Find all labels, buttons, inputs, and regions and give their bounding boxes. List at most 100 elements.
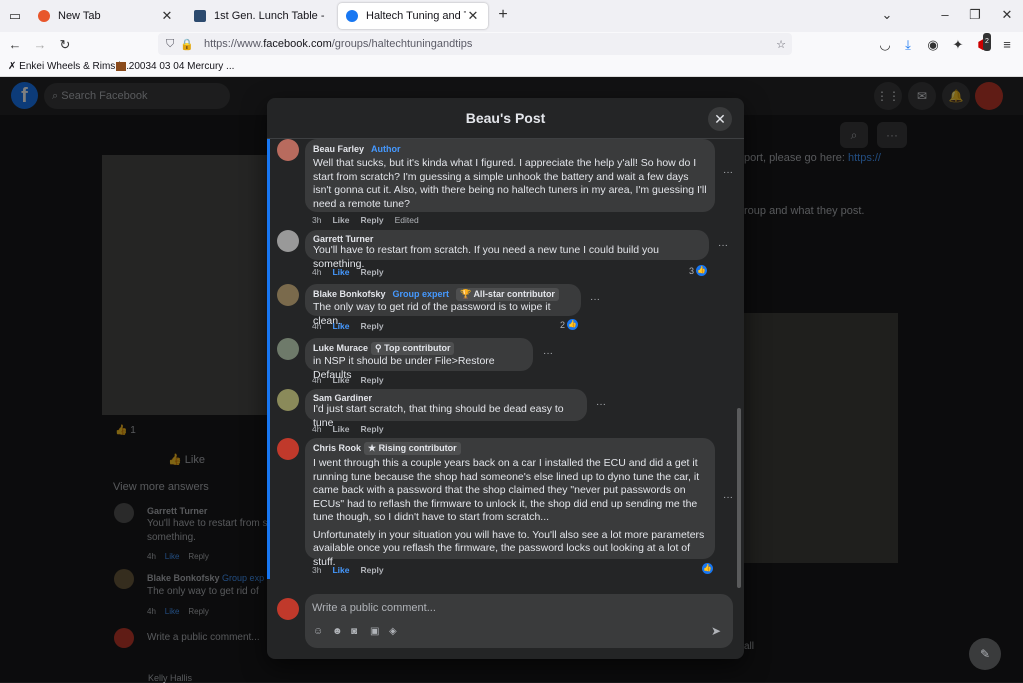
url-bar[interactable]: ⛉ 🔒 https://www. facebook.com/groups/halt…: [158, 33, 792, 55]
tab-haltech[interactable]: Haltech Tuning and Tips | Faceb ✕: [338, 3, 488, 29]
site-favicon-icon: [194, 10, 206, 22]
avatar[interactable]: [277, 438, 299, 460]
reload-icon[interactable]: ↻: [56, 36, 74, 54]
author-name[interactable]: Blake Bonkofsky: [313, 289, 386, 299]
emoji-icon[interactable]: ☻: [332, 626, 343, 637]
avatar-sticker-icon[interactable]: ☺: [313, 626, 323, 637]
restore-icon[interactable]: ❐: [966, 6, 984, 24]
comment-options-icon[interactable]: ···: [596, 399, 606, 410]
comment-text: Well that sucks, but it's kinda what I f…: [313, 157, 707, 210]
comment-input[interactable]: Write a public comment... ☺ ☻ ◙ ▣ ◈ ➤: [305, 594, 733, 648]
tab-new-tab[interactable]: New Tab ✕: [30, 3, 182, 29]
comment-options-icon[interactable]: ···: [590, 294, 600, 305]
tab-lunch-table[interactable]: 1st Gen. Lunch Table - General: [186, 3, 336, 29]
rising-contributor-badge: ★ Rising contributor: [364, 442, 461, 455]
like-link[interactable]: Like: [332, 215, 349, 225]
like-link[interactable]: Like: [332, 375, 349, 385]
comment-time[interactable]: 3h: [312, 215, 321, 225]
downloads-icon[interactable]: ⤓: [899, 36, 917, 54]
like-thumb-icon: 👍: [567, 319, 579, 330]
comment-author[interactable]: Beau Farley Author: [313, 143, 707, 155]
author-name[interactable]: Luke Murace: [313, 343, 368, 353]
author-name[interactable]: Beau Farley: [313, 144, 364, 154]
bookmark-enkei[interactable]: ✗ Enkei Wheels & Rims |...: [8, 61, 129, 72]
url-host: facebook.com: [263, 38, 332, 50]
avatar[interactable]: [277, 389, 299, 411]
comment-options-icon[interactable]: ···: [723, 167, 733, 178]
tab-label: New Tab: [58, 10, 101, 22]
like-thumb-icon: 👍: [696, 265, 708, 276]
comment-options-icon[interactable]: ···: [718, 240, 728, 251]
comment-author[interactable]: Sam Gardiner: [313, 393, 579, 403]
comment-time[interactable]: 4h: [312, 321, 321, 331]
account-icon[interactable]: ◉: [924, 36, 942, 54]
comment-time[interactable]: 4h: [312, 424, 321, 434]
lock-icon[interactable]: 🔒: [180, 38, 194, 51]
my-avatar[interactable]: [277, 598, 299, 620]
tab-close-icon[interactable]: ✕: [466, 8, 480, 24]
comment-bubble: Garrett Turner You'll have to restart fr…: [305, 230, 709, 270]
send-icon[interactable]: ➤: [711, 624, 721, 638]
extensions-icon[interactable]: ✦: [949, 36, 967, 54]
like-link[interactable]: Like: [332, 424, 349, 434]
new-tab-plus-icon[interactable]: +: [494, 6, 512, 24]
like-link[interactable]: Like: [332, 267, 349, 277]
like-link[interactable]: Like: [332, 565, 349, 575]
avatar[interactable]: [277, 139, 299, 161]
reply-link[interactable]: Reply: [360, 267, 383, 277]
comment-meta: 3h Like Reply: [312, 565, 395, 575]
author-name[interactable]: Chris Rook: [313, 443, 361, 453]
close-window-icon[interactable]: ✕: [998, 6, 1016, 24]
pocket-icon[interactable]: ◡: [876, 36, 894, 54]
bookmark-star-icon[interactable]: ☆: [776, 38, 786, 51]
comment-time[interactable]: 4h: [312, 267, 321, 277]
gif-icon[interactable]: ▣: [370, 626, 379, 637]
reply-link[interactable]: Reply: [360, 565, 383, 575]
reaction-count[interactable]: 👍: [700, 563, 713, 574]
reply-link[interactable]: Reply: [360, 321, 383, 331]
menu-hamburger-icon[interactable]: ≡: [998, 36, 1016, 54]
pin-icon: ⚲: [375, 343, 382, 353]
reaction-count-value: 2: [560, 319, 566, 330]
close-icon[interactable]: ✕: [708, 107, 732, 131]
comment-author[interactable]: Luke Murace ⚲ Top contributor: [313, 342, 525, 355]
ublock-icon[interactable]: ⬢2: [974, 33, 992, 54]
modal-scrollbar[interactable]: [737, 408, 741, 588]
facebook-favicon-icon: [346, 10, 358, 22]
forward-arrow-icon[interactable]: →: [31, 36, 49, 54]
new-message-icon[interactable]: ✎: [969, 638, 1001, 670]
like-link[interactable]: Like: [332, 321, 349, 331]
avatar[interactable]: [277, 230, 299, 252]
comment-time[interactable]: 4h: [312, 375, 321, 385]
comment-options-icon[interactable]: ···: [723, 492, 733, 503]
reply-link[interactable]: Reply: [360, 424, 383, 434]
comment-author[interactable]: Garrett Turner: [313, 234, 701, 244]
reaction-count[interactable]: 2 👍: [560, 319, 579, 330]
sticker-icon[interactable]: ◈: [389, 626, 397, 637]
shield-icon[interactable]: ⛉: [166, 38, 174, 51]
comment-bubble: Chris Rook ★ Rising contributor I went th…: [305, 438, 715, 568]
star-icon: ★: [368, 443, 377, 453]
comment-time[interactable]: 3h: [312, 565, 321, 575]
camera-icon[interactable]: ◙: [351, 626, 357, 637]
tab-label: Haltech Tuning and Tips | Faceb: [366, 10, 466, 22]
list-tabs-chevron-icon[interactable]: ⌄: [878, 6, 896, 24]
avatar[interactable]: [277, 284, 299, 306]
minimize-icon[interactable]: –: [936, 6, 954, 24]
reply-link[interactable]: Reply: [360, 375, 383, 385]
back-arrow-icon[interactable]: ←: [6, 36, 24, 54]
comment-text-2: Unfortunately in your situation you will…: [313, 528, 705, 568]
comment-author[interactable]: Blake Bonkofsky Group expert 🏆 All-star co…: [313, 288, 573, 301]
tab-close-icon[interactable]: ✕: [160, 8, 174, 24]
reply-link[interactable]: Reply: [360, 215, 383, 225]
comment-options-icon[interactable]: ···: [543, 348, 553, 359]
enkei-favicon-icon: ✗: [8, 61, 17, 72]
comment-meta: 4h Like Reply: [312, 267, 395, 277]
reaction-count[interactable]: 3 👍: [689, 265, 708, 276]
bookmark-mercury[interactable]: 20034 03 04 Mercury ...: [116, 61, 234, 72]
comment-composer: Write a public comment... ☺ ☻ ◙ ▣ ◈ ➤: [277, 594, 734, 650]
avatar[interactable]: [277, 338, 299, 360]
browser-nav-bar: ← → ↻ ⛉ 🔒 https://www. facebook.com/group…: [0, 32, 1023, 58]
tab-overview-icon[interactable]: ▭: [6, 7, 24, 25]
comment-author[interactable]: Chris Rook ★ Rising contributor: [313, 442, 707, 455]
